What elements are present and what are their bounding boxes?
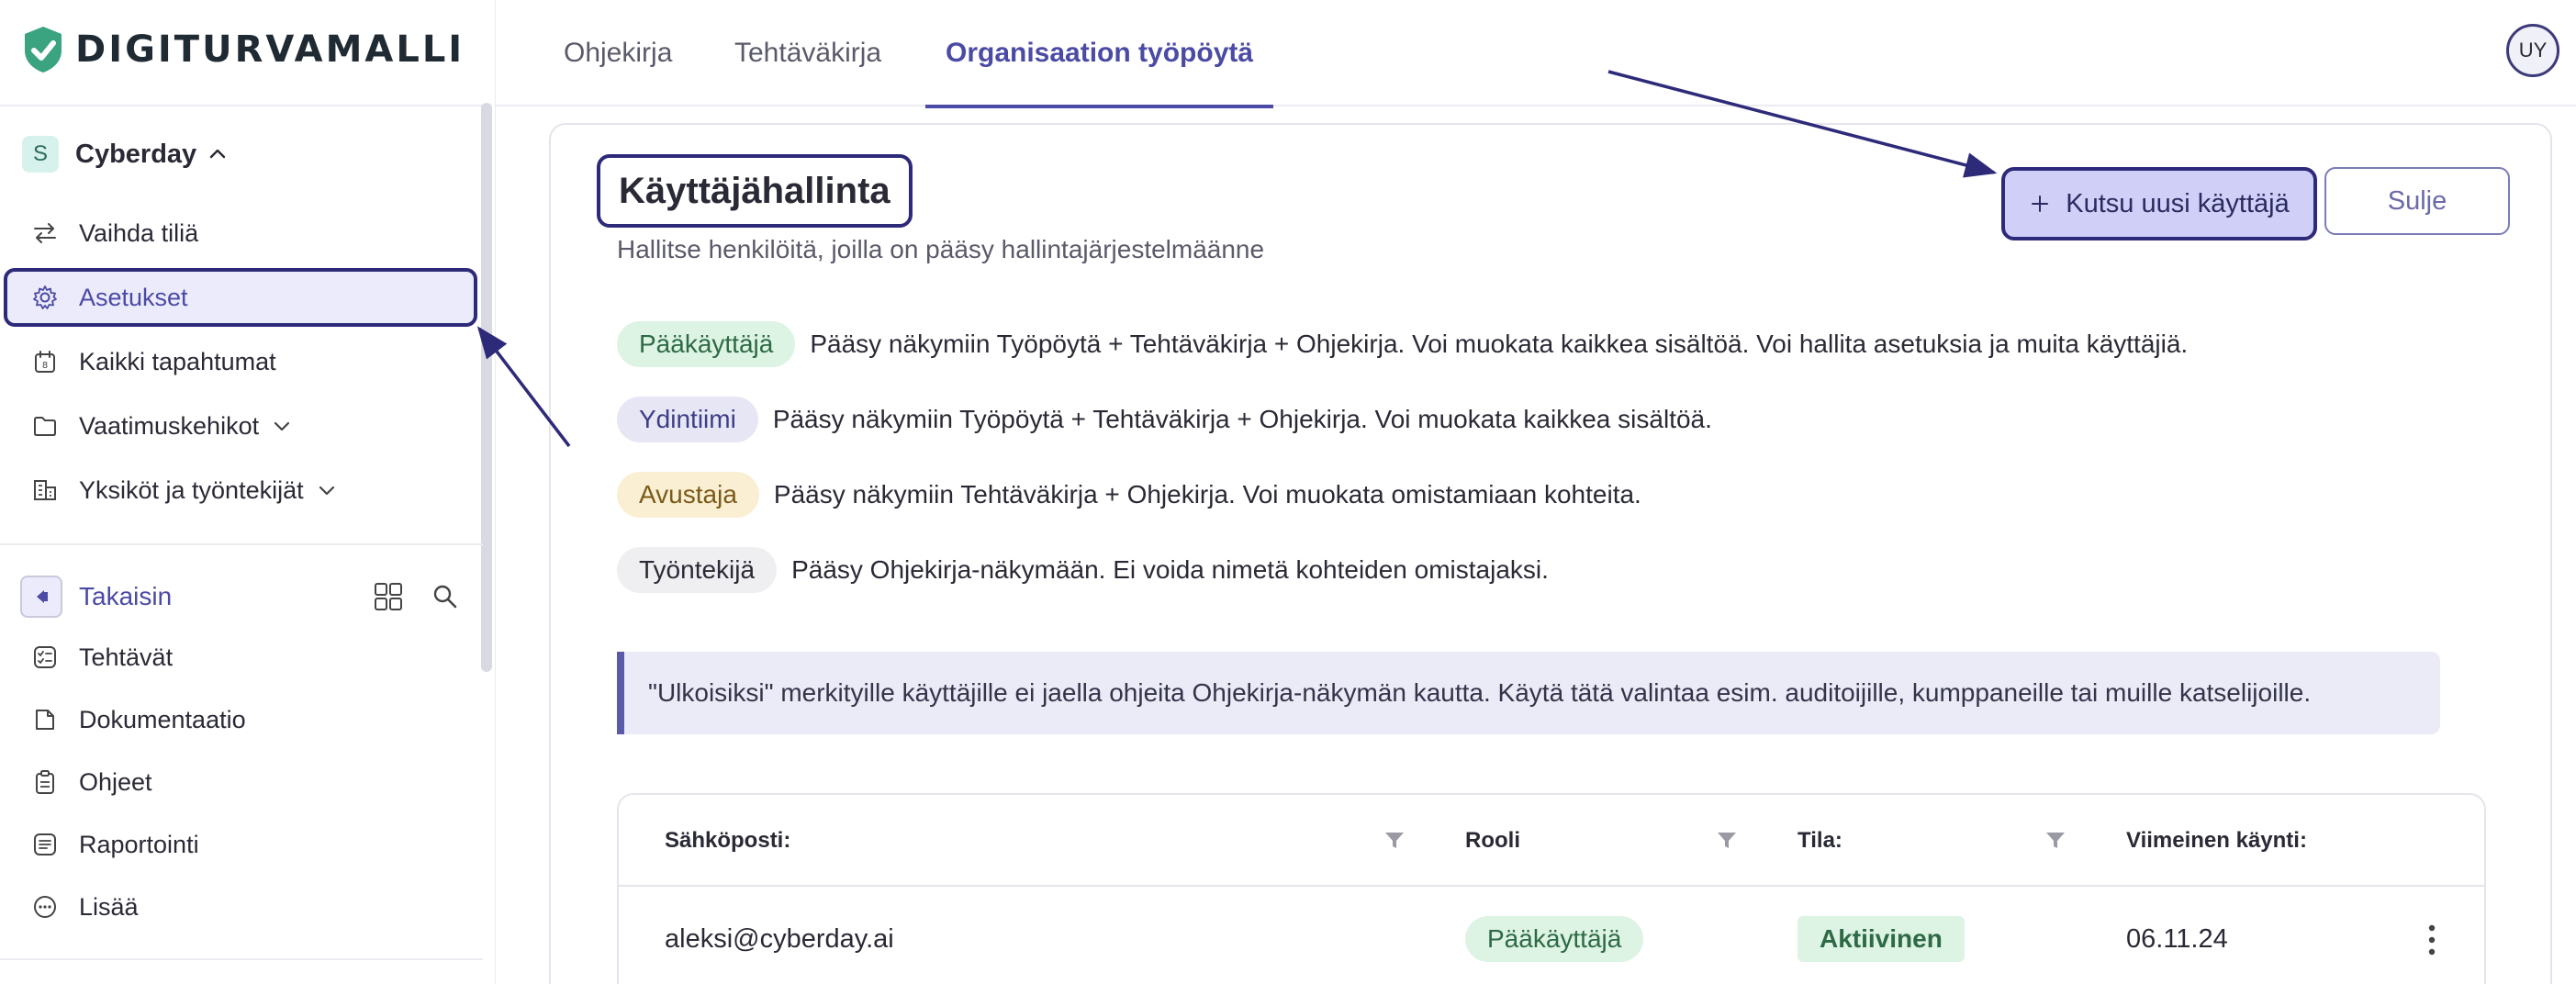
filter-icon[interactable] <box>1715 828 1739 852</box>
calendar-icon: 8 <box>35 351 55 373</box>
more-icon <box>34 896 56 918</box>
invite-user-button[interactable]: Kutsu uusi käyttäjä <box>2001 167 2317 240</box>
tab-label: Ohjekirja <box>564 38 673 68</box>
chevron-down-icon <box>319 486 334 496</box>
tab-label: Organisaation työpöytä <box>946 38 1254 68</box>
back-icon <box>37 590 48 603</box>
back-row: Takaisin <box>20 571 461 622</box>
sidebar-item-dokumentaatio[interactable]: Dokumentaatio <box>4 690 477 749</box>
grid-icon[interactable] <box>373 581 404 612</box>
back-button[interactable] <box>20 576 62 618</box>
page-subtitle: Hallitse henkilöitä, joilla on pääsy hal… <box>617 235 1265 263</box>
filter-icon[interactable] <box>2044 828 2067 852</box>
role-description-employee: Työntekijä Pääsy Ohjekirja‑näkymään. Ei … <box>617 547 1549 593</box>
tab-label: Tehtäväkirja <box>734 38 882 68</box>
clipboard-icon <box>36 770 54 794</box>
shield-logo-icon <box>25 27 62 73</box>
swap-icon <box>34 223 56 243</box>
users-table: Sähköposti: Rooli Tila: Viimeinen käynti… <box>617 793 2486 984</box>
sidebar: DIGITURVAMALLI S Cyberday Vaihda tiliä A… <box>0 0 496 984</box>
sidebar-item-label: Asetukset <box>79 283 188 311</box>
role-description: Pääsy näkymiin Työpöytä + Tehtäväkirja +… <box>772 405 1712 433</box>
sidebar-scrollbar[interactable] <box>481 103 492 672</box>
sidebar-item-label: Dokumentaatio <box>79 705 246 733</box>
column-header-role[interactable]: Rooli <box>1465 795 1520 887</box>
report-icon <box>34 833 56 855</box>
column-header-email[interactable]: Sähköposti: <box>665 795 790 887</box>
user-last-visit: 06.11.24 <box>2126 923 2228 954</box>
svg-text:8: 8 <box>42 361 48 371</box>
sidebar-item-kaikki-tapahtumat[interactable]: 8 Kaikki tapahtumat <box>4 332 477 391</box>
chevron-down-icon <box>274 421 290 431</box>
brand-name: DIGITURVAMALLI <box>75 28 465 71</box>
sidebar-item-label: Lisää <box>79 892 139 921</box>
role-chip-core-team: Ydintiimi <box>617 397 758 442</box>
filter-icon[interactable] <box>1383 828 1406 852</box>
role-chip-assistant: Avustaja <box>617 472 759 518</box>
role-chip-employee: Työntekijä <box>617 547 778 593</box>
table-header: Sähköposti: Rooli Tila: Viimeinen käynti… <box>619 795 2484 887</box>
folder-icon <box>34 417 56 436</box>
gear-icon <box>33 285 57 309</box>
role-description: Pääsy näkymiin Tehtäväkirja + Ohjekirja.… <box>773 480 1641 509</box>
search-icon[interactable] <box>430 581 461 612</box>
role-description-admin: Pääkäyttäjä Pääsy näkymiin Työpöytä + Te… <box>617 321 2188 367</box>
sidebar-item-vaatimuskehikot[interactable]: Vaatimuskehikot <box>4 397 477 455</box>
sidebar-item-raportointi[interactable]: Raportointi <box>4 815 477 874</box>
top-navigation: Ohjekirja Tehtäväkirja Organisaation työ… <box>496 0 2576 108</box>
sidebar-divider <box>0 543 483 545</box>
role-description-core-team: Ydintiimi Pääsy näkymiin Työpöytä + Teht… <box>617 397 1712 442</box>
table-row[interactable]: aleksi@cyberday.ai Pääkäyttäjä Aktiivine… <box>619 889 2484 984</box>
tab-ohjekirja[interactable]: Ohjekirja <box>564 0 672 106</box>
org-name: Cyberday <box>75 139 197 169</box>
org-badge: S <box>22 136 59 173</box>
sidebar-divider <box>0 105 483 106</box>
back-label[interactable]: Takaisin <box>79 582 172 611</box>
page-title: Käyttäjähallinta <box>619 170 890 211</box>
role-description: Pääsy Ohjekirja‑näkymään. Ei voida nimet… <box>791 555 1549 584</box>
org-switcher[interactable]: S Cyberday <box>22 136 228 173</box>
document-icon <box>36 710 54 730</box>
sidebar-item-label: Vaatimuskehikot <box>79 411 260 440</box>
role-description-assistant: Avustaja Pääsy näkymiin Tehtäväkirja + O… <box>617 472 1641 518</box>
column-header-status[interactable]: Tila: <box>1798 795 1842 887</box>
sidebar-item-label: Kaikki tapahtumat <box>79 347 276 375</box>
close-button[interactable]: Sulje <box>2324 167 2510 235</box>
sidebar-item-label: Tehtävät <box>79 643 174 671</box>
sidebar-item-label: Yksiköt ja työntekijät <box>79 475 304 504</box>
tab-organisaation-tyopoyta[interactable]: Organisaation työpöytä <box>925 0 1274 108</box>
chevron-up-icon <box>209 149 226 159</box>
checklist-icon <box>34 646 56 668</box>
user-role-badge: Pääkäyttäjä <box>1465 916 1644 962</box>
sidebar-item-label: Vaihda tiliä <box>79 218 199 247</box>
sidebar-item-asetukset[interactable]: Asetukset <box>4 268 477 327</box>
role-description: Pääsy näkymiin Työpöytä + Tehtäväkirja +… <box>810 330 2189 358</box>
sidebar-item-ohjeet[interactable]: Ohjeet <box>4 753 477 811</box>
sidebar-item-label: Raportointi <box>79 830 199 858</box>
plus-icon <box>2032 196 2049 212</box>
brand-logo[interactable]: DIGITURVAMALLI <box>22 24 465 75</box>
page-title-box: Käyttäjähallinta <box>597 154 913 228</box>
notice-text: "Ulkoisiksi" merkityille käyttäjille ei … <box>648 678 2312 707</box>
user-email: aleksi@cyberday.ai <box>665 923 894 954</box>
role-chip-admin: Pääkäyttäjä <box>617 321 796 367</box>
avatar[interactable]: UY <box>2506 24 2559 77</box>
column-header-last-visit[interactable]: Viimeinen käynti: <box>2126 795 2307 887</box>
sidebar-item-label: Ohjeet <box>79 767 152 796</box>
tab-tehtavakirja[interactable]: Tehtäväkirja <box>734 0 881 106</box>
active-tab-indicator <box>925 105 1274 108</box>
sidebar-divider <box>0 958 483 960</box>
sidebar-item-tehtavat[interactable]: Tehtävät <box>4 628 477 687</box>
sidebar-item-lisaa[interactable]: Lisää <box>4 878 477 936</box>
status-badge: Aktiivinen <box>1798 916 1965 962</box>
sidebar-item-vaihda-tilia[interactable]: Vaihda tiliä <box>4 204 477 263</box>
sidebar-item-yksikot[interactable]: Yksiköt ja työntekijät <box>4 461 477 520</box>
org-icon <box>34 480 56 500</box>
row-menu-icon[interactable] <box>2427 923 2436 956</box>
external-users-notice: "Ulkoisiksi" merkityille käyttäjille ei … <box>617 652 2440 734</box>
invite-user-label: Kutsu uusi käyttäjä <box>2066 188 2290 218</box>
